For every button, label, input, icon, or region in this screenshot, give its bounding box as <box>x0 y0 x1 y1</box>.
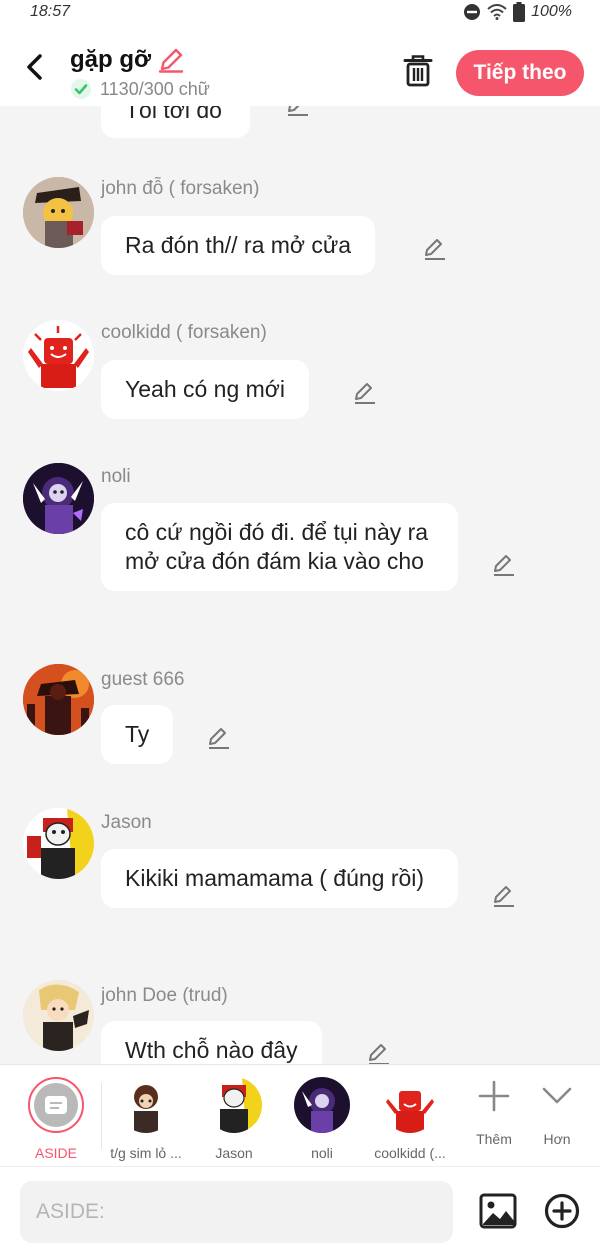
character-label: ASIDE <box>34 1145 77 1161</box>
message-bubble[interactable]: Kikiki mamamama ( đúng rồi) <box>101 849 458 908</box>
check-icon <box>71 79 91 99</box>
message-text: Ty <box>125 721 150 747</box>
header: gặp gỡ 1130/300 chữ Tiếp theo <box>0 26 600 106</box>
next-button[interactable]: Tiếp theo <box>456 50 584 96</box>
message-text: Yeah có ng mới <box>125 376 286 402</box>
avatar[interactable] <box>23 808 94 879</box>
word-count: 1130/300 chữ <box>70 78 210 100</box>
edit-message-icon[interactable] <box>206 725 232 751</box>
message-bubble[interactable]: Ty <box>101 705 174 764</box>
back-arrow-icon <box>27 54 42 80</box>
edit-title-icon[interactable] <box>157 46 185 74</box>
character-label: t/g sim lỏ ... <box>110 1145 182 1161</box>
input-area <box>0 1166 600 1255</box>
aside-icon <box>28 1077 84 1133</box>
trash-icon <box>403 55 433 87</box>
character-label: coolkidd (... <box>374 1145 446 1161</box>
message-text: Tôi tới đó <box>125 106 222 123</box>
avatar[interactable] <box>23 980 94 1051</box>
title-text: gặp gỡ <box>70 46 152 73</box>
character-noli[interactable]: noli <box>277 1077 367 1161</box>
edit-message-icon[interactable] <box>366 1041 392 1064</box>
message-text: Wth chỗ nào đây <box>125 1037 298 1063</box>
edit-message-icon[interactable] <box>422 236 448 262</box>
character-jason[interactable]: Jason <box>189 1077 279 1161</box>
avatar <box>382 1077 438 1133</box>
avatar <box>118 1077 174 1133</box>
character-name: guest 666 <box>101 669 185 690</box>
more-label: Hơn <box>543 1131 571 1147</box>
character-tg[interactable]: t/g sim lỏ ... <box>101 1077 191 1161</box>
message-text: cô cứ ngồi đó đi. để tụi này ra mở cửa đ… <box>125 519 429 574</box>
message-bubble[interactable]: Ra đón th// ra mở cửa <box>101 216 376 275</box>
chevron-down-icon <box>542 1087 572 1104</box>
message-text: Kikiki mamamama ( đúng rồi) <box>125 865 425 891</box>
avatar[interactable] <box>23 664 94 735</box>
message-bubble[interactable]: Yeah có ng mới <box>101 360 310 419</box>
avatar <box>206 1077 262 1133</box>
page-title[interactable]: gặp gỡ <box>70 46 185 74</box>
status-time: 18:57 <box>30 3 71 20</box>
character-aside[interactable]: ASIDE <box>11 1077 101 1161</box>
avatar[interactable] <box>23 463 94 534</box>
plus-icon <box>478 1080 510 1112</box>
do-not-disturb-icon <box>464 4 481 20</box>
delete-button[interactable] <box>402 54 434 88</box>
edit-message-icon[interactable] <box>491 883 517 909</box>
character-name: john đỗ ( forsaken) <box>101 178 260 199</box>
avatar[interactable] <box>23 177 94 248</box>
plus-circle-icon <box>544 1193 580 1229</box>
add-button[interactable] <box>543 1192 581 1230</box>
battery-level: 100% <box>531 3 572 20</box>
character-name: coolkidd ( forsaken) <box>101 322 267 343</box>
image-button[interactable] <box>478 1191 518 1231</box>
edit-message-icon[interactable] <box>491 552 517 578</box>
character-bar: ASIDE t/g sim lỏ ... Jason noli coolkidd… <box>0 1064 600 1166</box>
avatar <box>294 1077 350 1133</box>
edit-message-icon[interactable] <box>352 380 378 406</box>
status-bar: 18:57 100% <box>0 0 600 26</box>
message-bubble[interactable]: cô cứ ngồi đó đi. để tụi này ra mở cửa đ… <box>101 503 458 591</box>
character-name: Jason <box>101 812 152 833</box>
message-bubble[interactable]: Wth chỗ nào đây <box>101 1021 322 1064</box>
message-text: Ra đón th// ra mở cửa <box>125 232 352 258</box>
more-button[interactable]: Hơn <box>512 1079 600 1147</box>
message-input[interactable] <box>20 1181 453 1243</box>
image-icon <box>479 1193 517 1229</box>
character-name: john Doe (trud) <box>101 985 228 1006</box>
character-label: noli <box>311 1145 333 1161</box>
battery-icon <box>513 2 526 22</box>
wifi-icon <box>487 4 507 20</box>
character-label: Jason <box>215 1145 253 1161</box>
back-button[interactable] <box>20 50 50 84</box>
edit-message-icon[interactable] <box>285 106 311 118</box>
character-name: noli <box>101 466 131 487</box>
message-bubble[interactable]: Tôi tới đó <box>101 106 250 138</box>
word-count-text: 1130/300 chữ <box>100 78 210 99</box>
avatar[interactable] <box>23 320 94 391</box>
character-coolkidd[interactable]: coolkidd (... <box>365 1077 455 1161</box>
chat-list[interactable]: Tôi tới đó john đỗ ( forsaken) Ra đón th… <box>0 106 600 1064</box>
